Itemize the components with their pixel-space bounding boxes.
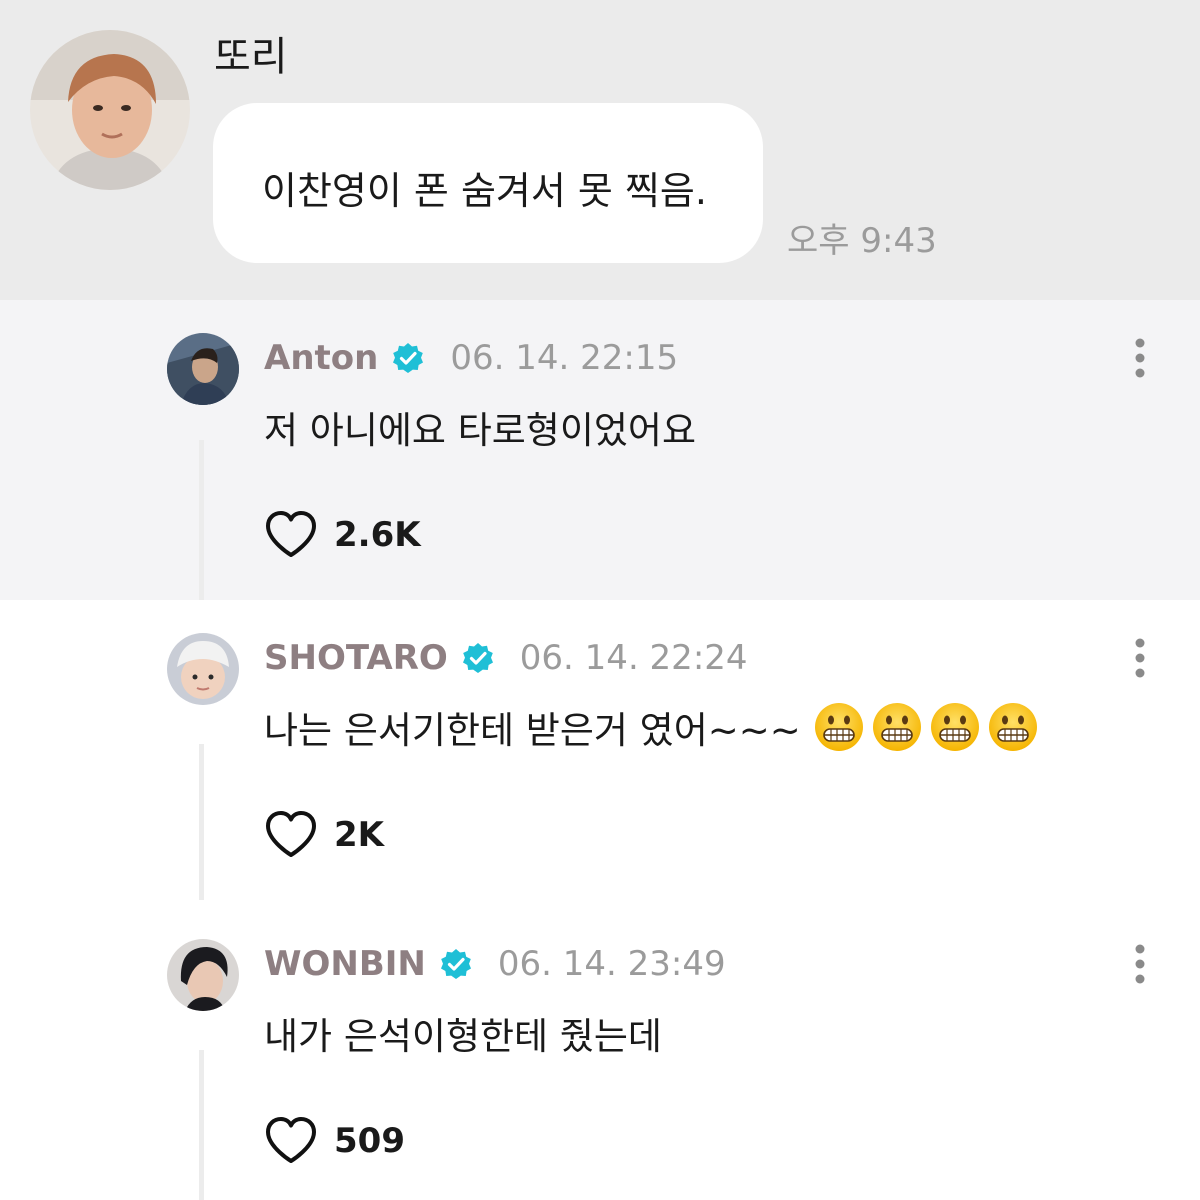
thread-line — [199, 440, 204, 600]
comment-text-content: 내가 은석이형한테 줬는데 — [264, 1015, 662, 1058]
heart-icon — [266, 811, 316, 857]
more-vertical-icon[interactable] — [1128, 944, 1152, 984]
comment-header: SHOTARO 06. 14. 22:24 — [264, 636, 748, 680]
comment-avatar[interactable] — [167, 939, 239, 1011]
like-button[interactable]: 2.6K — [264, 510, 421, 560]
comment-header: Anton 06. 14. 22:15 — [264, 336, 678, 380]
chat-message-block: 또리 이찬영이 폰 숨겨서 못 찍음. 오후 9:43 — [0, 0, 1200, 300]
emoji-group — [807, 701, 1039, 753]
grimacing-face-icon — [988, 703, 1037, 751]
like-count: 509 — [334, 1121, 405, 1161]
comment-item: WONBIN 06. 14. 23:49 내가 은석이형한테 줬는데 509 — [0, 906, 1200, 1200]
chat-sender-avatar[interactable] — [30, 30, 190, 190]
like-count: 2.6K — [334, 515, 421, 555]
comment-username[interactable]: Anton — [264, 338, 378, 378]
comment-username[interactable]: WONBIN — [264, 944, 426, 984]
heart-icon — [266, 1117, 316, 1163]
comment-text: 내가 은석이형한테 줬는데 — [264, 1006, 662, 1060]
comment-item: SHOTARO 06. 14. 22:24 나는 은서기한테 받은거 였어~~~… — [0, 600, 1200, 906]
chat-message-text: 이찬영이 폰 숨겨서 못 찍음. — [262, 169, 707, 213]
more-vertical-icon[interactable] — [1128, 638, 1152, 678]
thread-line — [199, 744, 204, 900]
like-button[interactable]: 509 — [264, 1116, 405, 1166]
chat-timestamp: 오후 9:43 — [787, 221, 937, 261]
more-vertical-icon[interactable] — [1128, 338, 1152, 378]
comment-text-content: 저 아니에요 타로형이었어요 — [264, 409, 697, 452]
comment-text: 저 아니에요 타로형이었어요 — [264, 400, 696, 454]
comment-username[interactable]: SHOTARO — [264, 638, 448, 678]
comment-date: 06. 14. 22:15 — [450, 338, 679, 378]
comment-text: 나는 은서기한테 받은거 였어~~~ — [264, 700, 1039, 754]
thread-line — [199, 1050, 204, 1200]
comment-date: 06. 14. 23:49 — [497, 944, 726, 984]
verified-badge-icon — [393, 343, 424, 373]
like-button[interactable]: 2K — [264, 810, 384, 860]
comment-avatar[interactable] — [167, 333, 239, 405]
comment-date: 06. 14. 22:24 — [519, 638, 748, 678]
comment-header: WONBIN 06. 14. 23:49 — [264, 942, 726, 986]
comment-text-content: 나는 은서기한테 받은거 였어~~~ — [264, 709, 801, 752]
grimacing-face-icon — [814, 703, 863, 751]
grimacing-face-icon — [930, 703, 979, 751]
verified-badge-icon — [462, 643, 493, 673]
chat-sender-name: 또리 — [214, 34, 288, 80]
heart-icon — [266, 511, 316, 557]
verified-badge-icon — [440, 949, 471, 979]
like-count: 2K — [334, 815, 385, 855]
grimacing-face-icon — [872, 703, 921, 751]
comment-item: Anton 06. 14. 22:15 저 아니에요 타로형이었어요 2.6K — [0, 300, 1200, 600]
comment-avatar[interactable] — [167, 633, 239, 705]
